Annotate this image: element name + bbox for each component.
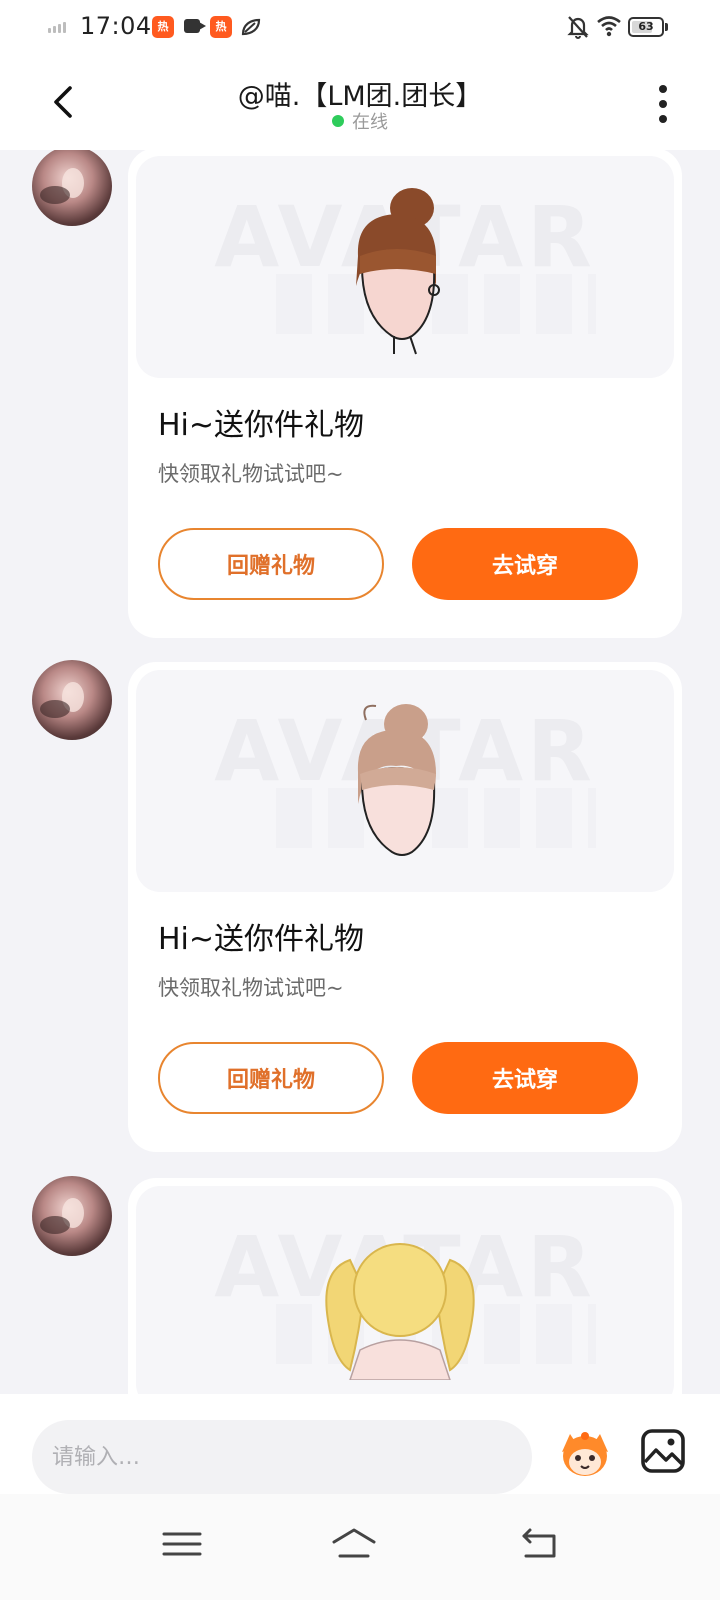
online-status: 在线 xyxy=(0,108,720,134)
wifi-icon xyxy=(597,16,621,37)
gift-card: AVATAR Hi~送你件礼物 快领取礼物试试吧~ 回赠礼物 去试穿 xyxy=(128,662,682,1152)
mute-bell-icon xyxy=(567,16,589,39)
gift-preview-image[interactable]: AVATAR xyxy=(136,1186,674,1394)
mascot-emoji-icon[interactable] xyxy=(556,1424,614,1482)
avatar[interactable] xyxy=(32,1176,112,1256)
leaf-icon xyxy=(241,18,261,36)
back-icon[interactable] xyxy=(516,1524,564,1564)
blonde-twintail-hair-image xyxy=(325,1243,475,1380)
more-options-button[interactable] xyxy=(652,82,674,126)
menu-icon[interactable] xyxy=(158,1524,206,1564)
gift-subtitle: 快领取礼物试试吧~ xyxy=(158,976,344,1000)
video-icon xyxy=(184,19,206,33)
signal-icon xyxy=(48,22,66,33)
online-dot-icon xyxy=(332,115,344,127)
gift-title: Hi~送你件礼物 xyxy=(158,408,365,443)
chat-header: @喵.【LM团.团长】 在线 xyxy=(0,56,720,150)
try-on-button[interactable]: 去试穿 xyxy=(412,1042,638,1114)
light-bun-hair-image xyxy=(357,704,436,856)
gift-title: Hi~送你件礼物 xyxy=(158,922,365,957)
online-status-label: 在线 xyxy=(352,112,388,133)
status-time: 17:04 xyxy=(80,12,152,40)
image-icon[interactable] xyxy=(640,1428,686,1474)
app-notification-icon: 热 xyxy=(152,16,174,38)
battery-level: 63 xyxy=(638,20,654,33)
message-list[interactable]: AVATAR Hi~送你件礼物 快领取礼物试试吧~ 回赠礼物 去试穿 AVATA… xyxy=(0,150,720,1394)
input-bar xyxy=(0,1394,720,1494)
gift-card: AVATAR Hi~送你件礼物 快领取礼物试试吧~ 回赠礼物 去试穿 xyxy=(128,150,682,638)
gift-subtitle: 快领取礼物试试吧~ xyxy=(158,462,344,486)
gift-preview-image[interactable]: AVATAR xyxy=(136,670,674,892)
return-gift-button[interactable]: 回赠礼物 xyxy=(158,1042,384,1114)
avatar[interactable] xyxy=(32,660,112,740)
app-notification-icon: 热 xyxy=(210,16,232,38)
try-on-button[interactable]: 去试穿 xyxy=(412,528,638,600)
gift-card: AVATAR xyxy=(128,1178,682,1394)
gift-preview-image[interactable]: AVATAR xyxy=(136,156,674,378)
message-input[interactable] xyxy=(32,1420,532,1494)
status-bar: 17:04 热 热 63 xyxy=(0,0,720,56)
return-gift-button[interactable]: 回赠礼物 xyxy=(158,528,384,600)
home-icon[interactable] xyxy=(330,1524,378,1564)
brown-bun-hair-image xyxy=(356,188,440,355)
more-vertical-icon xyxy=(659,85,667,93)
system-nav-bar xyxy=(0,1494,720,1600)
battery-icon: 63 xyxy=(628,17,668,37)
avatar[interactable] xyxy=(32,150,112,226)
